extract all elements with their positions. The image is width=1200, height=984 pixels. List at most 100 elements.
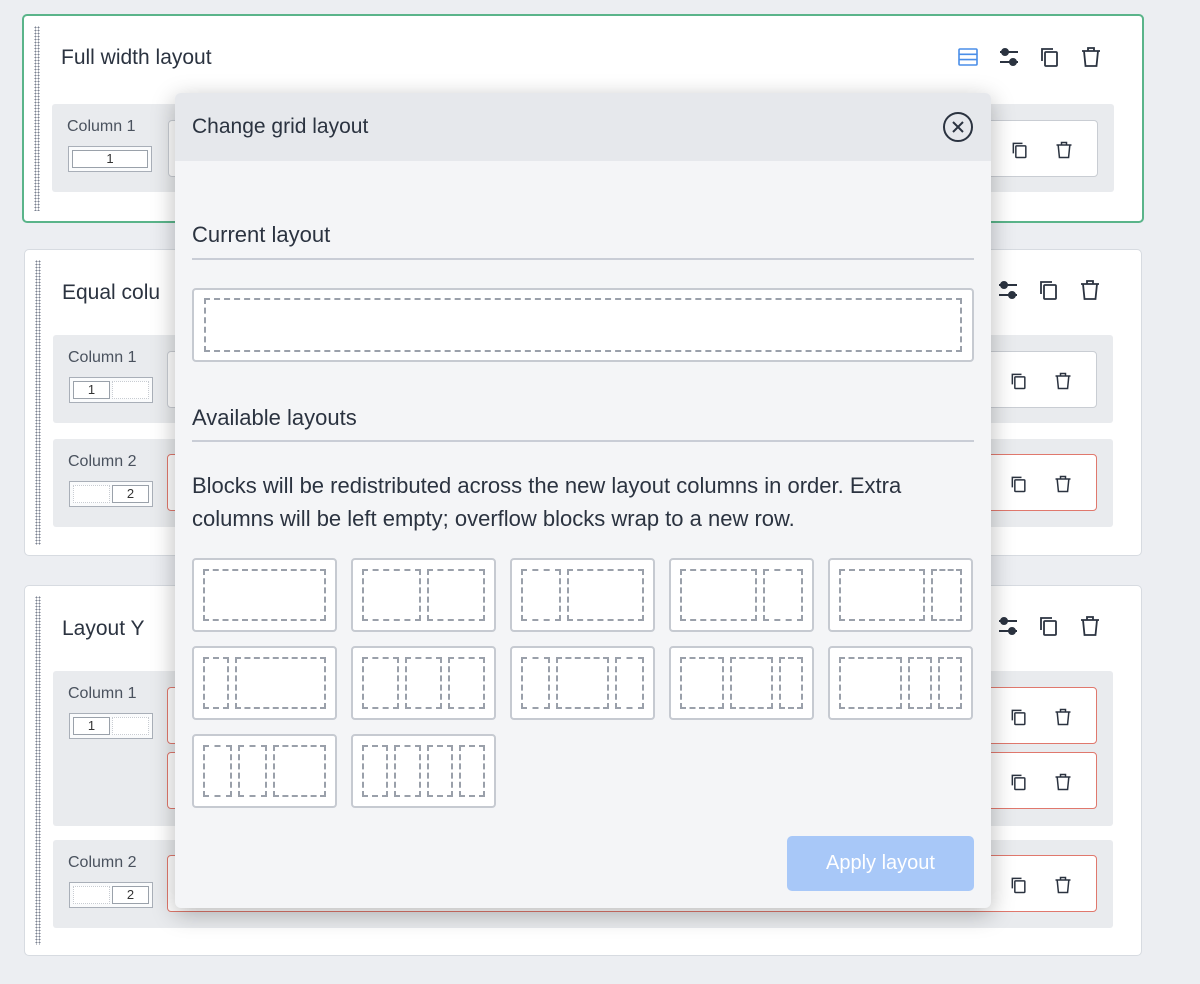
trash-icon[interactable] (1050, 368, 1076, 394)
column-position-indicator: 2 (69, 481, 153, 507)
layout-description: Blocks will be redistributed across the … (192, 473, 902, 531)
column-cell (112, 381, 149, 399)
drag-handle[interactable] (34, 26, 40, 211)
trash-icon[interactable] (1078, 44, 1104, 70)
layout-column-placeholder (908, 657, 933, 709)
trash-icon[interactable] (1050, 872, 1076, 898)
layout-column-placeholder (839, 657, 903, 709)
layout-option[interactable] (669, 558, 814, 632)
layout-column-placeholder (405, 657, 442, 709)
layout-option[interactable] (510, 646, 655, 720)
divider (192, 258, 974, 260)
layout-option[interactable] (828, 646, 973, 720)
column-label: Column 2 (68, 854, 137, 871)
settings-sliders-icon[interactable] (995, 613, 1021, 639)
trash-icon[interactable] (1051, 137, 1077, 163)
trash-icon[interactable] (1077, 277, 1103, 303)
copy-icon[interactable] (1037, 44, 1063, 70)
current-layout-preview (192, 288, 974, 362)
drag-handle[interactable] (35, 596, 41, 945)
block-toolbar (1006, 704, 1076, 730)
layout-option[interactable] (192, 646, 337, 720)
column-label: Column 1 (68, 685, 137, 702)
available-layouts-heading: Available layouts (192, 405, 357, 430)
drag-handle[interactable] (35, 260, 41, 545)
column-position-indicator: 1 (69, 713, 153, 739)
copy-icon[interactable] (1006, 872, 1032, 898)
layout-column-placeholder (779, 657, 803, 709)
column-cell: 2 (112, 485, 149, 503)
copy-icon[interactable] (1007, 137, 1033, 163)
layout-column-placeholder (930, 569, 962, 621)
column-cell: 1 (72, 150, 148, 168)
settings-sliders-icon[interactable] (995, 277, 1021, 303)
layout-column-placeholder (362, 569, 421, 621)
layout-column-placeholder (272, 745, 326, 797)
change-grid-layout-modal: Change grid layout Current layout Availa… (175, 93, 991, 908)
layout-column-placeholder (237, 745, 267, 797)
layout-column-placeholder (203, 657, 229, 709)
block-toolbar (1006, 769, 1076, 795)
layout-option[interactable] (510, 558, 655, 632)
column-cell (73, 485, 110, 503)
section-title: Layout Y (62, 617, 145, 640)
divider (192, 440, 974, 442)
layout-column-placeholder (762, 569, 803, 621)
layout-column-placeholder (204, 298, 962, 352)
layout-column-placeholder (680, 657, 724, 709)
section-toolbar (995, 613, 1103, 639)
layout-column-placeholder (362, 657, 399, 709)
layout-column-placeholder (426, 745, 453, 797)
layout-column-placeholder (394, 745, 421, 797)
block-toolbar (1006, 471, 1076, 497)
trash-icon[interactable] (1050, 769, 1076, 795)
layout-option[interactable] (351, 558, 496, 632)
layout-column-placeholder (555, 657, 610, 709)
trash-icon[interactable] (1077, 613, 1103, 639)
block-toolbar (1006, 368, 1076, 394)
layout-column-placeholder (203, 745, 232, 797)
column-label: Column 2 (68, 453, 137, 470)
copy-icon[interactable] (1006, 704, 1032, 730)
layout-column-placeholder (567, 569, 644, 621)
copy-icon[interactable] (1006, 471, 1032, 497)
layout-column-placeholder (729, 657, 774, 709)
layout-column-placeholder (362, 745, 389, 797)
copy-icon[interactable] (1036, 277, 1062, 303)
layout-option[interactable] (351, 646, 496, 720)
section-title: Equal colu (62, 281, 161, 304)
column-label: Column 1 (67, 118, 136, 135)
column-cell: 1 (73, 717, 110, 735)
grid-layout-icon[interactable] (955, 44, 981, 70)
trash-icon[interactable] (1050, 471, 1076, 497)
close-icon[interactable] (942, 111, 974, 143)
copy-icon[interactable] (1036, 613, 1062, 639)
column-cell (73, 886, 110, 904)
column-position-indicator: 2 (69, 882, 153, 908)
column-position-indicator: 1 (69, 377, 153, 403)
apply-layout-button[interactable]: Apply layout (787, 836, 974, 891)
layout-column-placeholder (458, 745, 485, 797)
layout-column-placeholder (615, 657, 644, 709)
layout-option[interactable] (669, 646, 814, 720)
layout-column-placeholder (203, 569, 326, 621)
trash-icon[interactable] (1050, 704, 1076, 730)
layout-option[interactable] (192, 734, 337, 808)
settings-sliders-icon[interactable] (996, 44, 1022, 70)
layout-column-placeholder (234, 657, 326, 709)
copy-icon[interactable] (1006, 769, 1032, 795)
layout-option[interactable] (351, 734, 496, 808)
layout-option[interactable] (192, 558, 337, 632)
column-cell (112, 717, 149, 735)
layout-column-placeholder (448, 657, 485, 709)
layout-column-placeholder (938, 657, 962, 709)
column-cell: 2 (112, 886, 149, 904)
block-toolbar (1006, 872, 1076, 898)
column-position-indicator: 1 (68, 146, 152, 172)
section-toolbar (995, 277, 1103, 303)
current-layout-heading: Current layout (192, 222, 331, 247)
copy-icon[interactable] (1006, 368, 1032, 394)
column-label: Column 1 (68, 349, 137, 366)
layout-options-grid (192, 558, 982, 808)
layout-option[interactable] (828, 558, 973, 632)
